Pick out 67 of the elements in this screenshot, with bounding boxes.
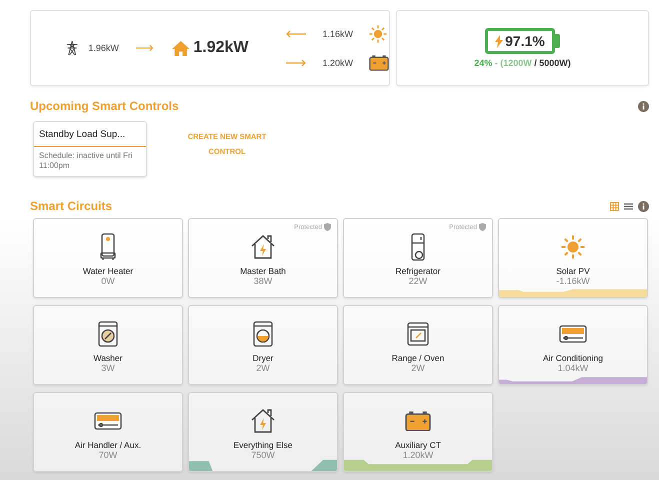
air-conditioner-icon xyxy=(94,412,122,430)
battery-icon xyxy=(369,55,390,71)
house-icon xyxy=(250,408,276,434)
dryer-icon xyxy=(253,321,273,347)
list-view-icon[interactable] xyxy=(624,202,633,210)
water-heater-icon xyxy=(99,233,117,261)
circuit-name: Solar PV xyxy=(556,266,590,276)
battery-terminal xyxy=(554,34,560,48)
sun-icon xyxy=(369,25,388,43)
arrow-icon xyxy=(284,30,306,38)
section-title: Upcoming Smart Controls xyxy=(30,99,179,113)
arrow-icon xyxy=(284,59,306,67)
circuit-power: 70W xyxy=(98,450,118,460)
lightning-icon xyxy=(495,34,504,48)
battery-power: 1.20kW xyxy=(322,58,354,68)
circuit-power: -1.16kW xyxy=(556,276,590,286)
circuit-name: Refrigerator xyxy=(396,266,440,276)
circuit-card[interactable]: Air Handler / Aux. 70W xyxy=(33,392,183,472)
circuit-name: Master Bath xyxy=(240,266,286,276)
shield-icon xyxy=(324,223,331,231)
circuit-card[interactable]: Solar PV -1.16kW xyxy=(498,218,648,298)
circuit-power: 2W xyxy=(256,363,270,373)
solar-power: 1.16kW xyxy=(322,29,354,39)
circuit-name: Washer xyxy=(94,353,122,363)
circuit-card[interactable]: Everything Else 750W xyxy=(188,392,338,472)
battery-power-text: 24% - (1200W / 5000W) xyxy=(474,58,571,68)
info-icon[interactable] xyxy=(638,200,649,212)
power-tower-icon xyxy=(66,40,78,56)
house-icon xyxy=(172,40,190,56)
circuit-card[interactable]: Dryer 2W xyxy=(188,305,338,385)
circuit-card[interactable]: Water Heater 0W xyxy=(33,218,183,298)
control-schedule: Schedule: inactive until Fri 11:00pm xyxy=(38,150,134,172)
circuit-name: Air Handler / Aux. xyxy=(74,440,142,450)
circuit-power: 1.20kW xyxy=(402,450,434,460)
house-icon xyxy=(250,234,276,260)
circuit-name: Range / Oven xyxy=(392,353,444,363)
circuit-power: 1.04kW xyxy=(558,363,588,373)
shield-icon xyxy=(479,223,486,231)
air-conditioner-icon xyxy=(559,325,587,343)
circuit-power: 3W xyxy=(101,363,115,373)
circuit-power: 2W xyxy=(411,363,425,373)
section-title: Smart Circuits xyxy=(30,199,112,213)
battery-charge: 97.1% xyxy=(485,28,555,54)
smart-control-card[interactable]: Standby Load Sup... Schedule: inactive until Fri 11:00pm xyxy=(33,121,147,177)
info-icon[interactable] xyxy=(638,100,649,112)
circuit-name: Water Heater xyxy=(82,266,134,276)
circuit-name: Air Conditioning xyxy=(542,353,603,363)
home-power: 1.92kW xyxy=(193,39,248,57)
oven-icon xyxy=(407,322,429,346)
circuit-power: 750W xyxy=(251,450,275,460)
washer-icon xyxy=(98,321,118,347)
circuit-name: Everything Else xyxy=(233,440,293,450)
circuit-power: 0W xyxy=(101,276,115,286)
refrigerator-icon xyxy=(409,233,427,261)
arrow-icon xyxy=(134,44,154,52)
circuit-name: Auxiliary CT xyxy=(395,440,441,450)
sun-icon xyxy=(561,235,585,259)
circuit-card[interactable]: Auxiliary CT 1.20kW xyxy=(343,392,493,472)
circuit-card[interactable]: Air Conditioning 1.04kW xyxy=(498,305,648,385)
circuit-card[interactable]: Washer 3W xyxy=(33,305,183,385)
circuit-card[interactable]: Range / Oven 2W xyxy=(343,305,493,385)
battery-icon xyxy=(405,410,431,432)
control-name: Standby Load Sup... xyxy=(34,122,146,148)
circuit-power: 22W xyxy=(408,276,428,286)
circuit-name: Dryer xyxy=(252,353,274,363)
circuit-power: 38W xyxy=(254,276,272,286)
grid-power: 1.96kW xyxy=(88,43,119,53)
